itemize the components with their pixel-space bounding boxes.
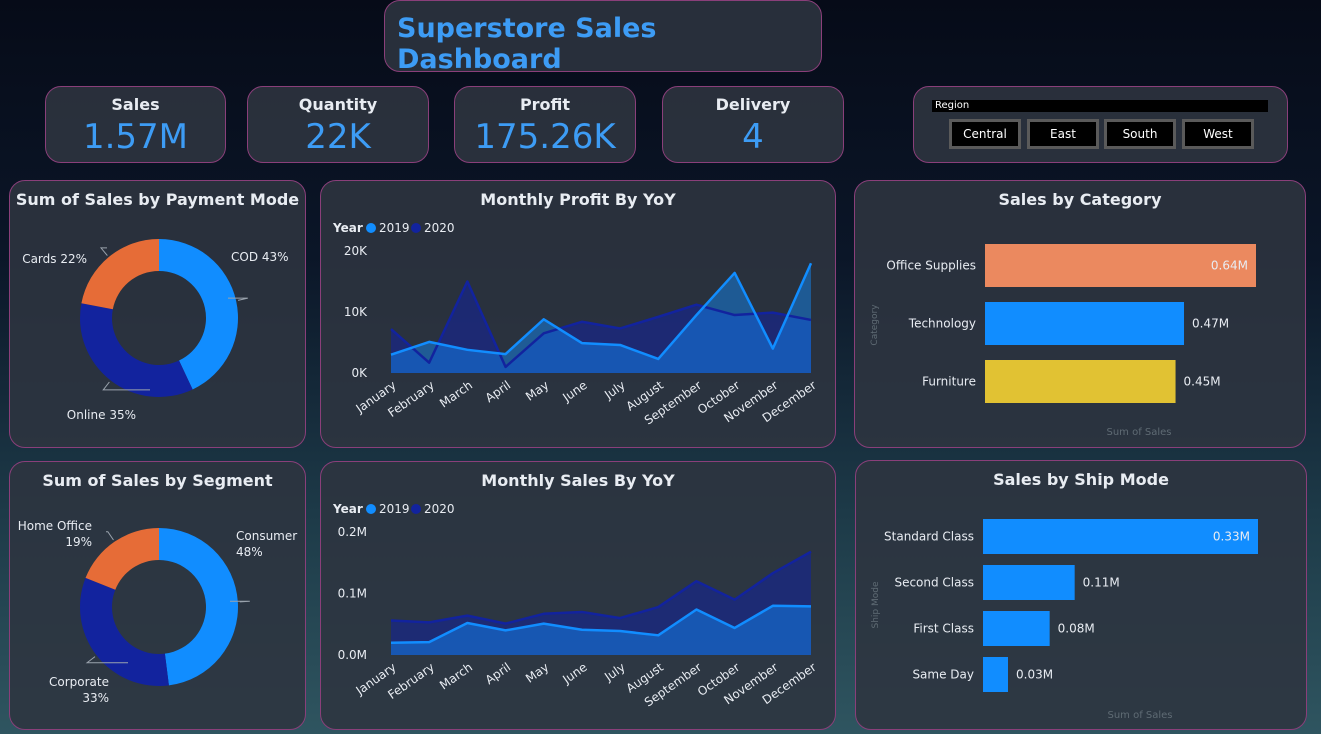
category-panel: Sales by Category Office Supplies 0.64M Te… [854, 180, 1306, 448]
kpi-profit-label: Profit [519, 95, 571, 114]
bar-category-label-technology: Technology [908, 317, 976, 331]
y-tick-label: 0.0M [338, 648, 367, 662]
region-button-west[interactable]: West [1182, 119, 1254, 149]
sales-yoy-panel: Monthly Sales By YoY Year 2019 2020 0.0M 0.1… [320, 461, 836, 730]
x-tick-label-july: July [601, 660, 628, 684]
dashboard-title-card: Superstore Sales Dashboard [384, 0, 822, 75]
kpi-quantity-card: Quantity 22K [247, 86, 429, 163]
donut-slice-consumer [159, 528, 239, 686]
sales-yoy-area-chart: Year 2019 20200.0M0.1M0.2MJanuaryFebruary M… [332, 502, 819, 710]
bar-category-label-second-class: Second Class [894, 576, 974, 590]
profit-yoy-area-chart: Year 2019 20200K10K20KJanuaryFebruary March… [332, 221, 819, 428]
bar-same-day [983, 657, 1008, 692]
donut-label-pct-home-office: 19% [65, 535, 92, 549]
kpi-delivery-value: 4 [742, 117, 764, 157]
category-bar-chart: Office Supplies 0.64M Technology 0.47M Furni… [870, 244, 1256, 438]
segment-donut-chart: Consumer 48% Corporate 33% Home Office 19% [18, 519, 298, 705]
kpi-sales-card: Sales 1.57M [45, 86, 226, 163]
legend-label-2020: 2020 [424, 502, 455, 516]
x-tick-label-april: April [483, 378, 514, 405]
y-axis-title: Ship Mode [871, 581, 881, 628]
bar-value-label-second-class: 0.11M [1083, 576, 1120, 590]
legend-label-2019: 2019 [379, 221, 410, 235]
legend-marker-2019 [366, 223, 376, 233]
legend-marker-2019 [366, 504, 376, 514]
payment-mode-panel: Sum of Sales by Payment Mode COD 43% Onli… [9, 180, 306, 448]
donut-label-pct-corporate: 33% [82, 691, 109, 705]
donut-label-corporate: Corporate [49, 675, 109, 689]
donut-label-online: Online 35% [67, 408, 136, 422]
donut-label-cod: COD 43% [231, 250, 289, 264]
bar-value-label-standard-class: 0.33M [1213, 530, 1250, 544]
donut-label-home-office: Home Office [18, 519, 92, 533]
bar-value-label-technology: 0.47M [1192, 317, 1229, 331]
kpi-profit-value: 175.26K [474, 117, 616, 157]
legend-title: Year [332, 221, 363, 235]
x-tick-label-april: April [483, 660, 514, 687]
x-tick-label-june: June [559, 660, 589, 687]
kpi-sales-value: 1.57M [82, 117, 189, 157]
y-tick-label: 0K [351, 366, 368, 380]
bar-value-label-office-supplies: 0.64M [1211, 259, 1248, 273]
payment-mode-donut-chart: COD 43% Online 35% Cards 22% [22, 239, 289, 422]
bar-category-label-furniture: Furniture [922, 375, 976, 389]
bar-category-label-first-class: First Class [913, 622, 974, 636]
donut-slice-corporate [80, 577, 169, 686]
ship-mode-bar-chart: Standard Class 0.33M Second Class 0.11M Firs… [871, 519, 1258, 721]
donut-leader-home-office [106, 531, 114, 541]
region-button-central[interactable]: Central [949, 119, 1021, 149]
x-tick-label-july: July [601, 378, 628, 402]
legend-title: Year [332, 502, 363, 516]
x-tick-label-march: March [437, 660, 475, 692]
x-axis-title: Sum of Sales [1107, 710, 1172, 721]
donut-slice-online [79, 303, 193, 397]
kpi-quantity-value: 22K [305, 117, 371, 157]
y-tick-label: 10K [344, 305, 368, 319]
kpi-profit-card: Profit 175.26K [454, 86, 636, 163]
legend-marker-2020 [411, 223, 421, 233]
donut-label-consumer: Consumer [236, 529, 297, 543]
bar-category-label-office-supplies: Office Supplies [886, 259, 976, 273]
legend-marker-2020 [411, 504, 421, 514]
y-tick-label: 0.2M [338, 525, 367, 539]
y-axis-title: Category [870, 304, 880, 346]
x-tick-label-may: May [523, 660, 551, 686]
bar-technology [985, 302, 1185, 345]
segment-panel: Sum of Sales by Segment Consumer 48% Corpo… [9, 461, 306, 730]
region-button-east[interactable]: East [1027, 119, 1099, 149]
donut-slice-cards [81, 239, 159, 310]
donut-label-pct-consumer: 48% [236, 545, 263, 559]
region-slicer-header: Region [932, 100, 1268, 112]
x-tick-label-may: May [523, 378, 551, 404]
donut-slice-home-office [85, 528, 159, 590]
x-tick-label-march: March [437, 378, 475, 410]
legend-label-2020: 2020 [424, 221, 455, 235]
bar-category-label-same-day: Same Day [912, 668, 974, 682]
y-tick-label: 20K [344, 244, 368, 258]
legend-label-2019: 2019 [379, 502, 410, 516]
page-title: Superstore Sales Dashboard [397, 13, 657, 75]
profit-yoy-panel: Monthly Profit By YoY Year 2019 2020 0K 10K 2… [320, 180, 836, 448]
kpi-delivery-label: Delivery [715, 95, 791, 114]
x-axis-title: Sum of Sales [1106, 427, 1171, 438]
kpi-delivery-card: Delivery 4 [662, 86, 844, 163]
bar-value-label-furniture: 0.45M [1184, 375, 1221, 389]
bar-second-class [983, 565, 1075, 600]
x-tick-label-june: June [559, 378, 589, 405]
kpi-sales-label: Sales [111, 95, 160, 114]
donut-label-cards: Cards 22% [22, 252, 87, 266]
region-slicer: Region Central East South West [913, 86, 1288, 163]
region-button-south[interactable]: South [1104, 119, 1176, 149]
y-tick-label: 0.1M [338, 587, 367, 601]
bar-value-label-first-class: 0.08M [1058, 622, 1095, 636]
ship-mode-panel: Sales by Ship Mode Standard Class 0.33M Se… [855, 460, 1307, 730]
bar-value-label-same-day: 0.03M [1016, 668, 1053, 682]
bar-furniture [985, 360, 1176, 403]
bar-first-class [983, 611, 1050, 646]
bar-category-label-standard-class: Standard Class [884, 530, 974, 544]
kpi-quantity-label: Quantity [298, 95, 378, 114]
donut-leader-cards [99, 247, 108, 256]
